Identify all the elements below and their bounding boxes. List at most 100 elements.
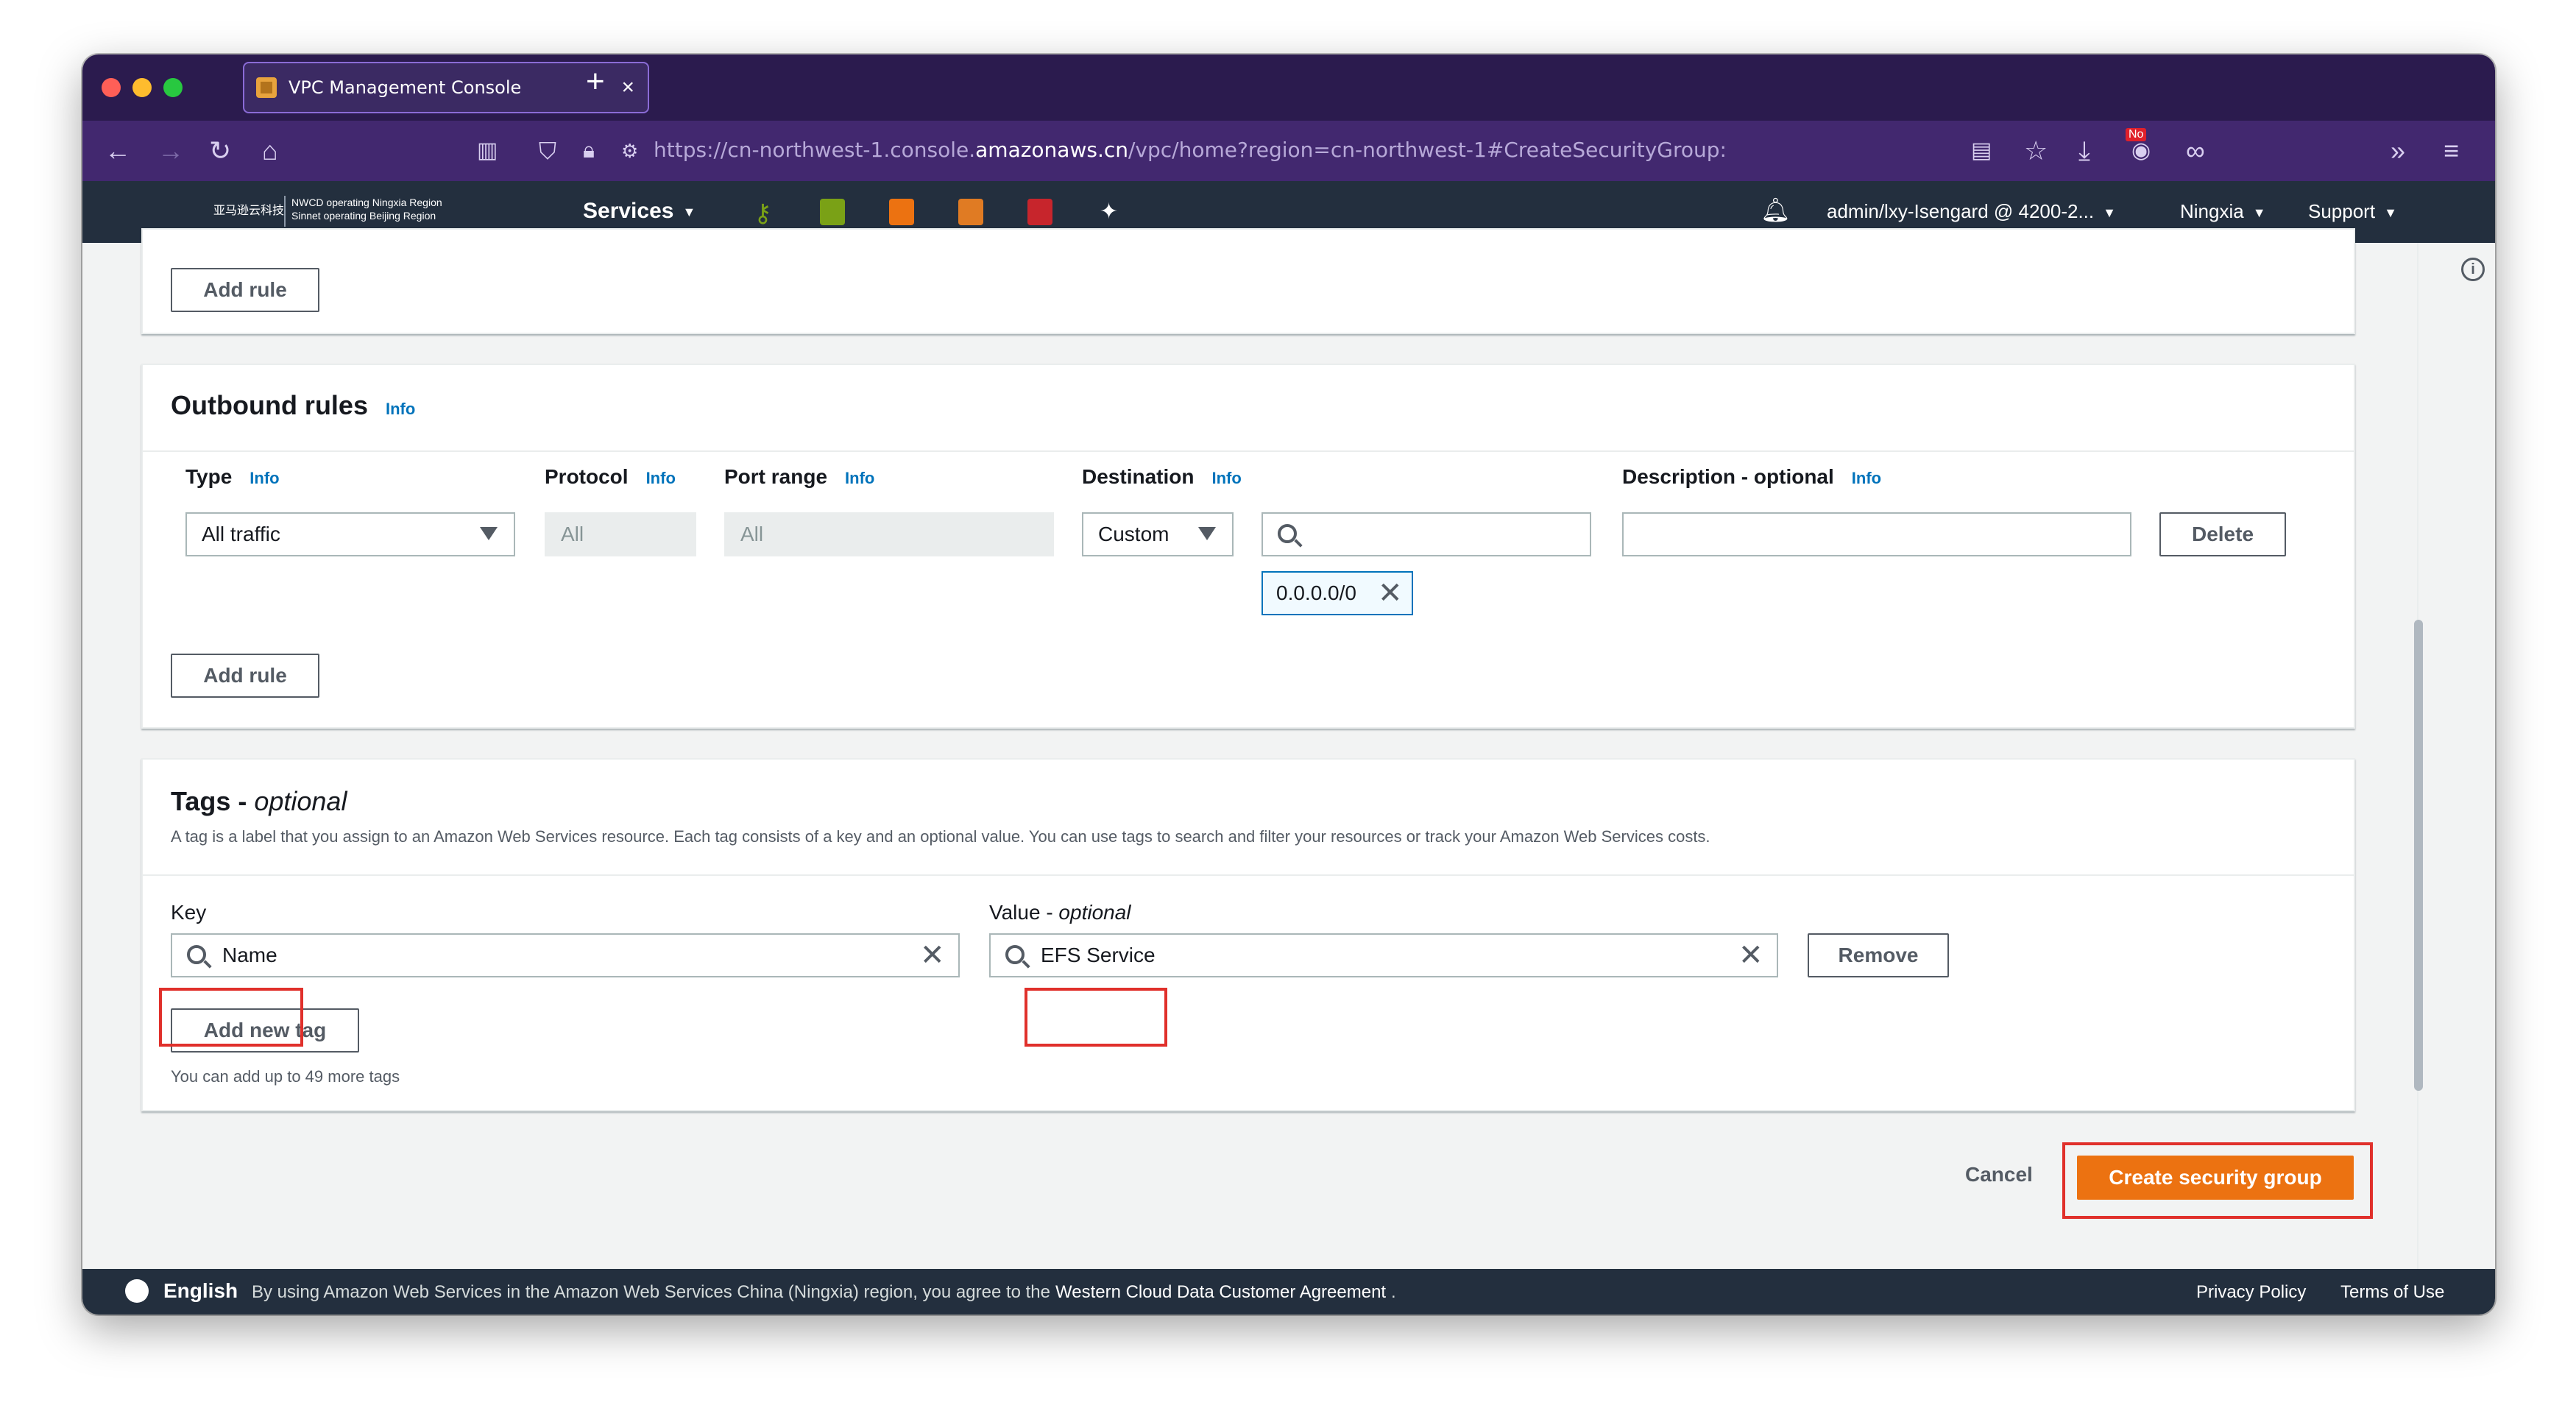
ec2-service-icon[interactable] bbox=[889, 199, 914, 225]
description-label: Description - optional bbox=[1622, 465, 1834, 488]
logo-line-2: Sinnet operating Beijing Region bbox=[291, 210, 436, 222]
url-bar[interactable]: https://cn-northwest-1.console.amazonaws… bbox=[654, 134, 1727, 166]
reader-view-icon[interactable]: ▥ bbox=[477, 134, 498, 168]
language-selector[interactable]: English bbox=[163, 1279, 238, 1303]
outbound-column-headers: Type Info Protocol Info Port range Info Des… bbox=[143, 465, 2354, 495]
download-icon[interactable]: ⤓ bbox=[2078, 134, 2090, 168]
support-menu[interactable]: Support ▼ bbox=[2308, 200, 2397, 223]
services-menu[interactable]: Services ▼ bbox=[583, 199, 696, 224]
iam-service-icon[interactable] bbox=[1027, 199, 1052, 225]
browser-window: VPC Management Console × + ← → ↻ ⌂ ▥ ⛉ 🔒… bbox=[82, 54, 2495, 1315]
new-tab-icon[interactable]: + bbox=[586, 63, 605, 100]
close-window-button[interactable] bbox=[102, 78, 121, 97]
overflow-chevron-icon[interactable]: » bbox=[2391, 134, 2405, 168]
tab-bar: VPC Management Console × + bbox=[82, 54, 2495, 121]
outbound-add-rule-button[interactable]: Add rule bbox=[171, 654, 319, 698]
chevron-down-icon: ▼ bbox=[2103, 205, 2116, 220]
key-service-icon[interactable]: ⚷ bbox=[754, 199, 779, 227]
delete-rule-button[interactable]: Delete bbox=[2159, 512, 2286, 556]
type-info-link[interactable]: Info bbox=[250, 469, 279, 487]
create-security-group-button[interactable]: Create security group bbox=[2077, 1156, 2354, 1200]
destination-info-link[interactable]: Info bbox=[1211, 469, 1241, 487]
description-input[interactable] bbox=[1622, 512, 2131, 556]
tag-value-input[interactable]: EFS Service ✕ bbox=[989, 933, 1778, 977]
region-label: Ningxia bbox=[2180, 200, 2244, 222]
agreement-link[interactable]: Western Cloud Data Customer Agreement bbox=[1055, 1282, 1386, 1303]
cloudfront-service-icon[interactable] bbox=[820, 199, 845, 225]
port-range-column-header: Port range Info bbox=[724, 465, 874, 489]
destination-mode-value: Custom bbox=[1098, 523, 1170, 545]
caret-down-icon bbox=[480, 527, 498, 540]
zoom-window-button[interactable] bbox=[163, 78, 183, 97]
value-label: Value - optional bbox=[989, 901, 1131, 924]
pin-icon[interactable]: ✦ bbox=[1100, 199, 1125, 225]
tags-panel: Tags - optional A tag is a label that yo… bbox=[141, 758, 2355, 1111]
terms-of-use-link[interactable]: Terms of Use bbox=[2340, 1282, 2444, 1303]
logo-divider bbox=[284, 196, 286, 227]
tab-close-icon[interactable]: × bbox=[621, 75, 634, 100]
reload-icon[interactable]: ↻ bbox=[209, 134, 231, 168]
protocol-label: Protocol bbox=[545, 465, 629, 488]
cidr-value: 0.0.0.0/0 bbox=[1276, 581, 1356, 604]
cancel-button[interactable]: Cancel bbox=[1965, 1163, 2033, 1186]
scrollbar-thumb[interactable] bbox=[2414, 620, 2423, 1091]
type-select[interactable]: All traffic bbox=[185, 512, 515, 556]
tags-title: Tags - bbox=[171, 786, 255, 816]
lambda-service-icon[interactable] bbox=[958, 199, 983, 225]
console-footer: English By using Amazon Web Services in … bbox=[82, 1269, 2495, 1315]
protocol-info-link[interactable]: Info bbox=[646, 469, 676, 487]
clear-key-icon[interactable]: ✕ bbox=[920, 941, 945, 970]
port-range-info-link[interactable]: Info bbox=[845, 469, 874, 487]
minimize-window-button[interactable] bbox=[132, 78, 152, 97]
bookmark-star-icon[interactable]: ☆ bbox=[2024, 134, 2048, 168]
key-label: Key bbox=[171, 901, 207, 924]
agreement-period: . bbox=[1391, 1282, 1396, 1302]
tag-key-input[interactable]: Name ✕ bbox=[171, 933, 960, 977]
tag-key-value: Name bbox=[222, 944, 277, 966]
privacy-policy-link[interactable]: Privacy Policy bbox=[2196, 1282, 2306, 1303]
navigation-bar: ← → ↻ ⌂ ▥ ⛉ 🔒︎ ⚙ https://cn-northwest-1.… bbox=[82, 121, 2495, 181]
region-menu[interactable]: Ningxia ▼ bbox=[2180, 200, 2266, 223]
notifications-bell-icon[interactable]: 🔔︎ bbox=[1761, 196, 1791, 224]
home-icon[interactable]: ⌂ bbox=[262, 134, 278, 168]
inbound-add-rule-button[interactable]: Add rule bbox=[171, 268, 319, 312]
cidr-token: 0.0.0.0/0 ✕ bbox=[1262, 571, 1413, 615]
value-label-optional: optional bbox=[1058, 901, 1131, 924]
account-label: admin/lxy-Isengard @ 4200-2... bbox=[1827, 200, 2095, 222]
info-panel-icon[interactable]: i bbox=[2461, 258, 2485, 281]
value-label-text: Value - bbox=[989, 901, 1059, 924]
search-icon bbox=[1005, 945, 1025, 964]
services-label: Services bbox=[583, 199, 674, 223]
protocol-column-header: Protocol Info bbox=[545, 465, 676, 489]
reader-mode-icon[interactable]: ▤ bbox=[1971, 134, 1992, 168]
logo-line-1: NWCD operating Ningxia Region bbox=[291, 197, 442, 208]
forward-arrow-icon[interactable]: → bbox=[158, 134, 184, 168]
permissions-icon[interactable]: ⚙ bbox=[621, 134, 638, 168]
infinity-extension-icon[interactable]: ∞ bbox=[2186, 134, 2205, 168]
tags-description: A tag is a label that you assign to an A… bbox=[171, 827, 1710, 846]
outbound-info-link[interactable]: Info bbox=[386, 400, 415, 418]
back-arrow-icon[interactable]: ← bbox=[105, 134, 131, 168]
tags-limit-note: You can add up to 49 more tags bbox=[171, 1067, 400, 1086]
tag-value-value: EFS Service bbox=[1041, 944, 1156, 966]
description-info-link[interactable]: Info bbox=[1852, 469, 1881, 487]
divider bbox=[143, 874, 2354, 876]
menu-icon[interactable]: ≡ bbox=[2444, 134, 2459, 168]
shield-icon[interactable]: ⛉ bbox=[539, 134, 556, 168]
lock-icon: 🔒︎ bbox=[583, 138, 595, 163]
destination-column-header: Destination Info bbox=[1082, 465, 1242, 489]
protocol-field: All bbox=[545, 512, 696, 556]
description-column-header: Description - optional Info bbox=[1622, 465, 1881, 489]
outbound-rules-panel: Outbound rules Info Type Info Protocol Info… bbox=[141, 364, 2355, 729]
account-menu[interactable]: admin/lxy-Isengard @ 4200-2... ▼ bbox=[1827, 200, 2116, 223]
remove-tag-button[interactable]: Remove bbox=[1808, 933, 1949, 977]
divider bbox=[143, 450, 2354, 452]
destination-mode-select[interactable]: Custom bbox=[1082, 512, 1234, 556]
destination-search-input[interactable] bbox=[1262, 512, 1591, 556]
highlight-value bbox=[1025, 988, 1167, 1047]
caret-down-icon bbox=[1198, 527, 1216, 540]
remove-token-icon[interactable]: ✕ bbox=[1378, 579, 1403, 608]
logo-cn-text: 亚马逊云科技 bbox=[213, 205, 285, 217]
clear-value-icon[interactable]: ✕ bbox=[1738, 941, 1763, 970]
extension-badge: No bbox=[2126, 128, 2147, 141]
